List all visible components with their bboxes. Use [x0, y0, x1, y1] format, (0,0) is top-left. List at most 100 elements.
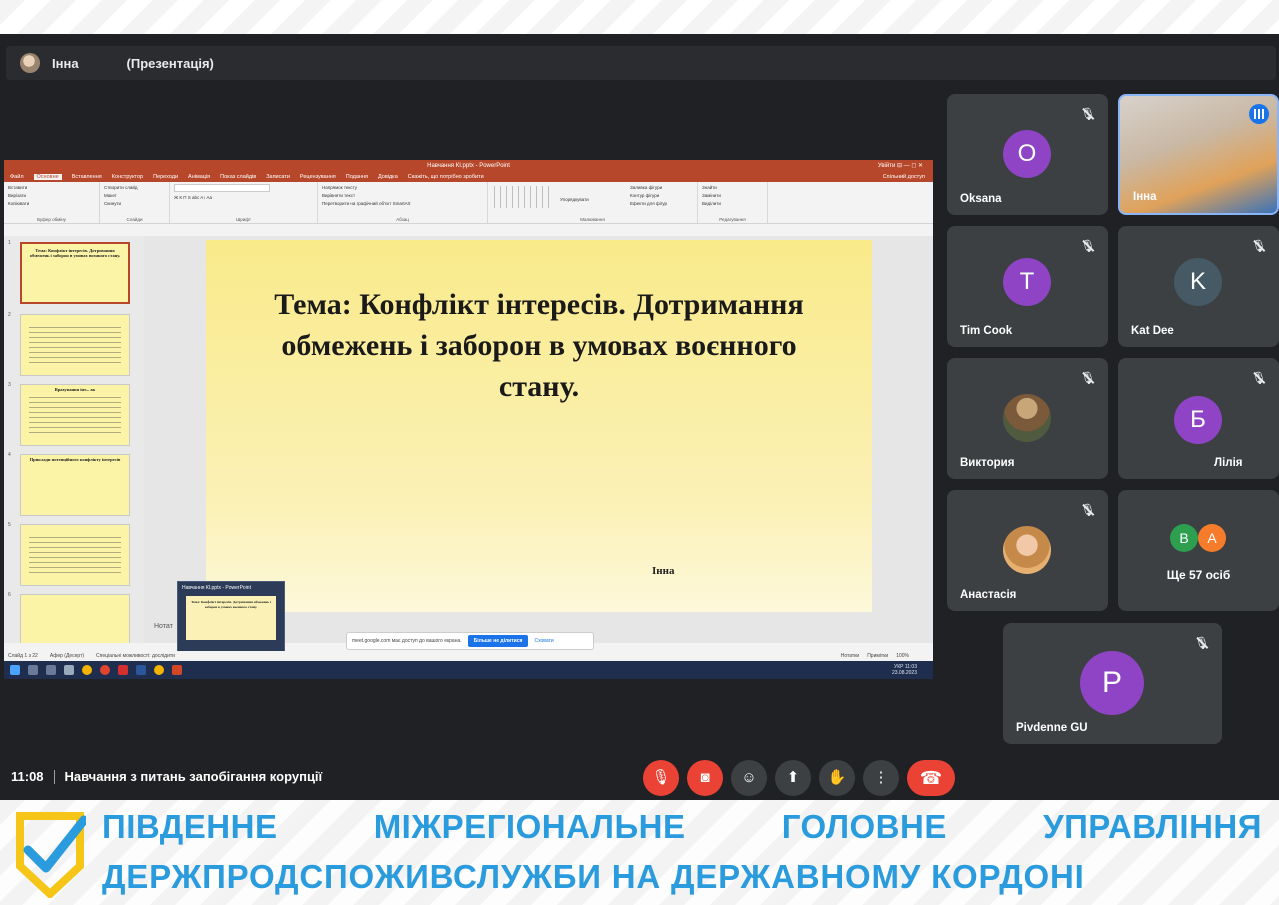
ribbon-group-editing: Знайти Замінити Виділити Редагування: [698, 182, 768, 223]
ribbon-group-label: Абзац: [396, 217, 409, 222]
slide-thumbnail-6[interactable]: [20, 594, 130, 643]
ribbon: Вставити Вирізати Копіювати Буфер обміну…: [4, 182, 933, 224]
participant-tile-inna[interactable]: Інна: [1118, 94, 1279, 215]
slide-thumbnails-pane[interactable]: 1 Тема: Конфлікт інтересів. Дотримання о…: [4, 236, 144, 643]
notes-label[interactable]: Нотат: [154, 623, 173, 630]
zoom-level[interactable]: 100%: [896, 653, 909, 659]
end-call-button[interactable]: ☎: [907, 760, 955, 796]
participant-tile-viktoria[interactable]: 🎙 Виктория: [947, 358, 1108, 479]
select-button[interactable]: Виділити: [702, 200, 763, 208]
tab-record[interactable]: Записати: [266, 174, 290, 180]
tab-review[interactable]: Рецензування: [300, 174, 336, 180]
tab-home[interactable]: Основне: [33, 174, 62, 180]
participant-tile-anastasia[interactable]: 🎙 Анастасія: [947, 490, 1108, 611]
tab-slideshow[interactable]: Показ слайдів: [220, 174, 256, 180]
font-format-buttons[interactable]: Ж К П S abc A↕ Aa: [174, 194, 313, 202]
shape-fill-button[interactable]: Заливка фігури: [630, 184, 662, 192]
search-icon[interactable]: [28, 665, 38, 675]
thumb-number: 5: [8, 522, 11, 528]
slide-thumbnail-2[interactable]: [20, 314, 130, 376]
divider: [53, 769, 55, 784]
replace-button[interactable]: Замінити: [702, 192, 763, 200]
copy-button[interactable]: Копіювати: [8, 200, 95, 208]
smartart-button[interactable]: Перетворити на графічний об'єкт SmartArt: [322, 200, 483, 208]
avatar: A: [1198, 524, 1226, 552]
more-participants-tile[interactable]: B A Ще 57 осіб: [1118, 490, 1279, 611]
tab-help[interactable]: Довідка: [378, 174, 398, 180]
text-direction-button[interactable]: Напрямок тексту: [322, 184, 483, 192]
camera-off-button[interactable]: ◙: [687, 760, 723, 796]
find-button[interactable]: Знайти: [702, 184, 763, 192]
arrange-button[interactable]: Упорядкувати: [560, 196, 589, 204]
share-button[interactable]: Спільний доступ: [883, 174, 933, 180]
cut-button[interactable]: Вирізати: [8, 192, 95, 200]
tab-file[interactable]: Файл: [10, 174, 24, 180]
avatar: T: [1003, 258, 1051, 306]
raise-hand-button[interactable]: ✋: [819, 760, 855, 796]
powerpoint-icon[interactable]: [172, 665, 182, 675]
emoji-icon: ☺: [741, 769, 757, 786]
mic-off-icon: 🎙: [1080, 371, 1096, 385]
acrobat-icon[interactable]: [118, 665, 128, 675]
new-slide-button[interactable]: Створити слайд: [104, 184, 165, 192]
opera-icon[interactable]: [100, 665, 110, 675]
windows-start-icon[interactable]: [10, 665, 20, 675]
participant-tile-pivdenne-gu[interactable]: 🎙 P Pivdenne GU: [1003, 623, 1222, 744]
mic-off-icon: 🎙: [651, 769, 671, 786]
tab-view[interactable]: Подання: [346, 174, 368, 180]
tray-date: 23.08.2023: [891, 670, 917, 676]
slide-thumbnail-3[interactable]: Врахування інт... ак: [20, 384, 130, 446]
slide-thumbnail-5[interactable]: [20, 524, 130, 586]
window-buttons[interactable]: Увійти ⊟ — ◻ ✕: [878, 162, 923, 169]
tell-me-search[interactable]: Скажіть, що потрібно зробити: [408, 174, 484, 180]
shapes-gallery[interactable]: [494, 186, 552, 208]
paste-button[interactable]: Вставити: [8, 184, 95, 192]
meeting-title[interactable]: Навчання з питань запобігання корупції: [65, 769, 323, 784]
slide-thumbnail-1[interactable]: Тема: Конфлікт інтересів. Дотримання обм…: [20, 242, 130, 304]
participant-name: Лілія: [1214, 457, 1243, 469]
slide-counter: Слайд 1 з 22: [8, 653, 38, 659]
present-button[interactable]: ⬆: [775, 760, 811, 796]
shape-effects-button[interactable]: Ефекти для фігур: [630, 200, 667, 208]
shape-outline-button[interactable]: Контур фігури: [630, 192, 659, 200]
taskbar-window-preview[interactable]: Навчання КІ.pptx - PowerPoint Тема: Конф…: [177, 581, 285, 655]
file-icon[interactable]: [64, 665, 74, 675]
word-icon[interactable]: [136, 665, 146, 675]
chrome-icon[interactable]: [82, 665, 92, 675]
thumb-number: 3: [8, 382, 11, 388]
thumb-text-lines: [29, 537, 121, 575]
current-slide[interactable]: Тема: Конфлікт інтересів. Дотримання обм…: [206, 240, 872, 612]
more-options-button[interactable]: ⋮: [863, 760, 899, 796]
participant-tile-oksana[interactable]: 🎙 O Oksana: [947, 94, 1108, 215]
notes-toggle[interactable]: Нотатки: [841, 653, 859, 659]
ribbon-group-label: Буфер обміну: [37, 217, 66, 222]
hide-link[interactable]: Сховати: [534, 638, 553, 644]
tab-transitions[interactable]: Переходи: [153, 174, 178, 180]
align-text-button[interactable]: Вирівняти текст: [322, 192, 483, 200]
reset-button[interactable]: Скинути: [104, 200, 165, 208]
speaking-indicator-icon: [1249, 104, 1269, 124]
participant-tile-lilia[interactable]: 🎙 Б Лілія: [1118, 358, 1279, 479]
emoji-button[interactable]: ☺: [731, 760, 767, 796]
chrome-icon[interactable]: [154, 665, 164, 675]
system-tray: УКР 11:03 23.08.2023: [892, 664, 933, 676]
stop-sharing-button[interactable]: Більше не ділитися: [467, 635, 529, 647]
banner-word: УПРАВЛІННЯ: [1043, 808, 1262, 845]
font-name-box[interactable]: [174, 184, 270, 192]
tab-insert[interactable]: Вставлення: [72, 174, 102, 180]
mic-off-button[interactable]: 🎙: [643, 760, 679, 796]
comments-toggle[interactable]: Примітки: [867, 653, 888, 659]
tab-animations[interactable]: Анімація: [188, 174, 210, 180]
participant-tile-kat-dee[interactable]: 🎙 K Kat Dee: [1118, 226, 1279, 347]
powerpoint-window-title: Навчання КІ.pptx - PowerPoint: [427, 163, 510, 169]
slide-thumbnail-4[interactable]: Приклади потенційного конфлікту інтересі…: [20, 454, 130, 516]
accessibility-status[interactable]: Спеціальні можливості: дослідити: [96, 653, 175, 659]
slide-title: Тема: Конфлікт інтересів. Дотримання обм…: [274, 288, 804, 403]
checkmark-shield-logo: [16, 812, 86, 898]
layout-button[interactable]: Макет: [104, 192, 165, 200]
participant-photo: [1003, 394, 1051, 442]
phone-hangup-icon: ☎: [919, 768, 943, 788]
tab-design[interactable]: Конструктор: [112, 174, 143, 180]
participant-tile-tim-cook[interactable]: 🎙 T Tim Cook: [947, 226, 1108, 347]
task-view-icon[interactable]: [46, 665, 56, 675]
